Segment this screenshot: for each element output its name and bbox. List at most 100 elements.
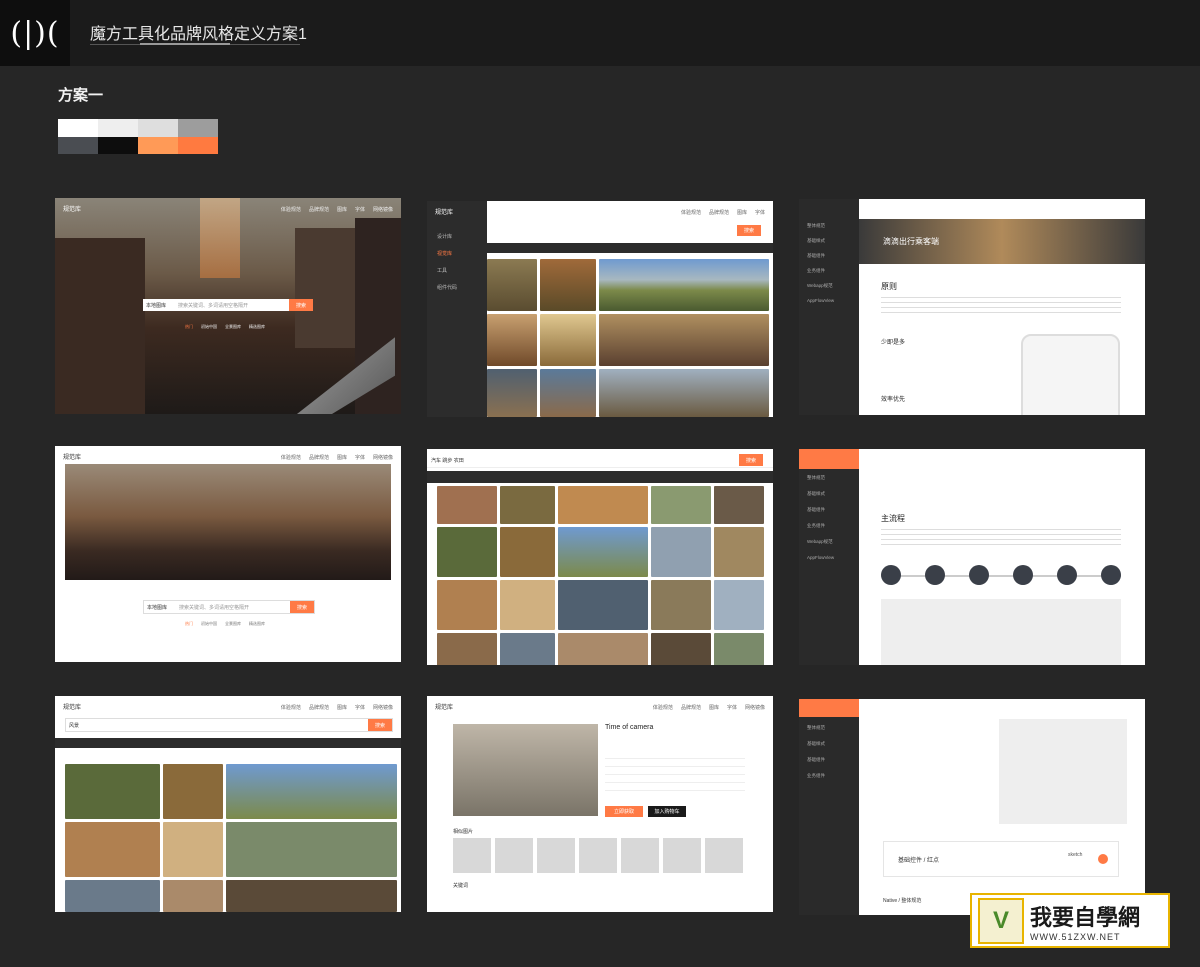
related-photo[interactable] [537, 838, 575, 873]
photo[interactable] [714, 486, 764, 524]
flow-node[interactable] [881, 565, 901, 585]
search-input[interactable]: 风景 [66, 722, 368, 729]
photo[interactable] [540, 314, 596, 366]
component-card[interactable]: 基础控件 / 红点 sketch [883, 841, 1119, 877]
tag[interactable]: 初始中国 [201, 324, 217, 330]
photo[interactable] [651, 633, 711, 665]
search-bar[interactable]: 本地图库 搜索关键词、多词请用空格隔开 搜索 [143, 299, 313, 311]
photo[interactable] [163, 764, 223, 819]
photo[interactable] [540, 259, 596, 311]
tag[interactable]: 热门 [185, 324, 193, 330]
search-select[interactable]: 本地图库 [144, 604, 179, 611]
sidebar-item[interactable]: 视觉库 [437, 250, 457, 257]
nav-item[interactable]: 字体 [355, 206, 365, 213]
search-input[interactable]: 搜索关键词、多词请用空格隔开 [179, 604, 290, 611]
nav-item[interactable]: 体验规范 [653, 704, 673, 711]
nav-item[interactable]: 图库 [337, 454, 347, 461]
photo[interactable] [500, 527, 555, 577]
nav-item[interactable]: 品牌规范 [309, 454, 329, 461]
photo[interactable] [487, 314, 537, 366]
nav-item[interactable]: 网络镜像 [373, 206, 393, 213]
search-input[interactable]: 搜索关键词、多词请用空格隔开 [178, 302, 289, 309]
tag[interactable]: 热门 [185, 621, 193, 627]
photo[interactable] [599, 314, 769, 366]
add-to-cart-button[interactable]: 加入购物车 [648, 806, 686, 817]
photo[interactable] [226, 764, 397, 819]
nav-item[interactable]: 品牌规范 [309, 704, 329, 711]
search-select[interactable]: 本地图库 [143, 302, 178, 309]
sidebar-item[interactable]: 基础组件 [807, 253, 834, 259]
photo[interactable] [65, 880, 160, 912]
flow-node[interactable] [1013, 565, 1033, 585]
photo[interactable] [437, 580, 497, 630]
photo[interactable] [437, 633, 497, 665]
sidebar-item[interactable]: 整体规范 [807, 223, 834, 229]
photo[interactable] [500, 633, 555, 665]
sidebar-item[interactable]: 业务组件 [807, 523, 834, 529]
photo[interactable] [226, 822, 397, 877]
photo[interactable] [558, 580, 648, 630]
sidebar-item[interactable]: Webapp规范 [807, 539, 834, 545]
nav-item[interactable]: 字体 [355, 454, 365, 461]
search-input[interactable]: 汽车 跳步 农田 [427, 457, 739, 464]
photo[interactable] [714, 580, 764, 630]
nav-item[interactable]: 图库 [337, 206, 347, 213]
mockup-spec-principle[interactable]: 整体规范 基础样式 基础组件 业务组件 Webapp规范 AppFlowView… [799, 199, 1145, 415]
sidebar-item[interactable]: 基础样式 [807, 491, 834, 497]
photo[interactable] [651, 580, 711, 630]
nav-item[interactable]: 网络镜像 [373, 704, 393, 711]
search-button[interactable]: 搜索 [289, 299, 313, 311]
sidebar-item[interactable]: 工具 [437, 267, 457, 274]
nav-item[interactable]: 体验规范 [681, 209, 701, 216]
nav-item[interactable]: 品牌规范 [309, 206, 329, 213]
photo[interactable] [500, 486, 555, 524]
flow-node[interactable] [969, 565, 989, 585]
nav-item[interactable]: 图库 [737, 209, 747, 216]
tag[interactable]: 全景图库 [225, 324, 241, 330]
nav-item[interactable]: 体验规范 [281, 206, 301, 213]
nav-item[interactable]: 品牌规范 [681, 704, 701, 711]
photo[interactable] [599, 259, 769, 311]
search-button[interactable]: 搜索 [290, 601, 314, 613]
photo[interactable] [437, 527, 497, 577]
search-bar[interactable]: 汽车 跳步 农田 搜索 [427, 453, 773, 468]
mockup-spec-flow[interactable]: 整体规范 基础样式 基础组件 业务组件 Webapp规范 AppFlowView… [799, 449, 1145, 665]
photo[interactable] [65, 822, 160, 877]
nav-item[interactable]: 字体 [355, 704, 365, 711]
photo[interactable] [651, 486, 711, 524]
sidebar-item[interactable]: 基础组件 [807, 757, 825, 763]
download-button[interactable]: 立即获取 [605, 806, 643, 817]
mockup-spec-component[interactable]: 整体规范 基础样式 基础组件 业务组件 基础控件 / 红点 sketch Nat… [799, 699, 1145, 915]
photo[interactable] [714, 527, 764, 577]
photo[interactable] [558, 527, 648, 577]
search-button[interactable]: 搜索 [739, 454, 763, 466]
flow-node[interactable] [1057, 565, 1077, 585]
search-button[interactable]: 搜索 [368, 719, 392, 731]
sidebar-item[interactable]: 基础样式 [807, 238, 834, 244]
mockup-home-framed[interactable]: 规范库 体验规范 品牌规范 图库 字体 网络镜像 本地图库 搜索关键词、多词请用空格隔开… [55, 446, 401, 662]
sidebar-item[interactable]: 设计库 [437, 233, 457, 240]
download-icon[interactable] [1098, 854, 1108, 864]
photo[interactable] [500, 580, 555, 630]
nav-item[interactable]: 字体 [727, 704, 737, 711]
related-photo[interactable] [663, 838, 701, 873]
photo[interactable] [437, 486, 497, 524]
sidebar-item[interactable]: 整体规范 [807, 725, 825, 731]
sidebar-item[interactable]: AppFlowView [807, 298, 834, 303]
sidebar-item[interactable]: 整体规范 [807, 475, 834, 481]
photo[interactable] [226, 880, 397, 912]
nav-item[interactable]: 网络镜像 [373, 454, 393, 461]
related-photo[interactable] [705, 838, 743, 873]
nav-item[interactable]: 图库 [337, 704, 347, 711]
mockup-search-results[interactable]: 汽车 跳步 农田 搜索 [427, 449, 773, 665]
sidebar-item[interactable]: 业务组件 [807, 773, 825, 779]
search-bar[interactable]: 风景 搜索 [65, 718, 393, 732]
sidebar-item[interactable]: 组件代码 [437, 284, 457, 291]
related-photo[interactable] [621, 838, 659, 873]
mockup-search-light[interactable]: 规范库 体验规范 品牌规范 图库 字体 网络镜像 风景 搜索 [55, 696, 401, 912]
tag[interactable]: 精选图库 [249, 621, 265, 627]
photo[interactable] [65, 764, 160, 819]
related-photo[interactable] [453, 838, 491, 873]
nav-item[interactable]: 体验规范 [281, 704, 301, 711]
nav-item[interactable]: 字体 [755, 209, 765, 216]
